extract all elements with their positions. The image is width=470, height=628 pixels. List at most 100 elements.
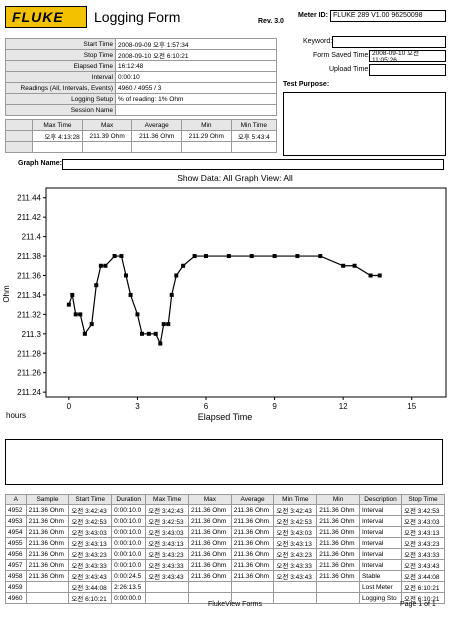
- table-cell: [145, 581, 190, 593]
- data-point: [249, 254, 254, 259]
- table-cell: 오전 3:43:33: [401, 548, 445, 560]
- table-cell: 4954: [5, 526, 27, 538]
- data-point: [341, 263, 346, 268]
- column-header: Min: [316, 494, 360, 505]
- summary-row-marker: [5, 130, 33, 142]
- summary-min: 211.29 Ohm: [181, 130, 232, 142]
- data-point: [226, 254, 231, 259]
- table-cell: 211.36 Ohm: [230, 559, 275, 571]
- data-point: [158, 341, 163, 346]
- y-tick-label: 211.24: [17, 388, 41, 397]
- table-cell: [316, 581, 360, 593]
- table-cell: 211.36 Ohm: [188, 537, 232, 549]
- form-saved-field[interactable]: 2008-09-10 오전 11:05:26: [369, 50, 446, 62]
- summary-cell: [131, 141, 183, 153]
- table-cell: 오전 3:43:43: [145, 570, 190, 582]
- data-point: [140, 331, 144, 336]
- x-tick-label: 15: [407, 402, 416, 411]
- data-point: [94, 283, 99, 288]
- summary-cell: [181, 141, 232, 153]
- table-cell: Interval: [358, 504, 403, 516]
- data-point: [82, 331, 87, 336]
- upload-label: Upload Time:: [329, 66, 371, 73]
- data-point: [192, 254, 197, 259]
- column-header: Min Time: [273, 494, 318, 505]
- data-point: [112, 254, 117, 259]
- y-tick-label: 211.32: [17, 310, 41, 319]
- x-tick-label: 6: [204, 402, 209, 411]
- table-cell: 오전 3:43:33: [145, 559, 190, 571]
- table-cell: 오전 3:43:13: [145, 537, 190, 549]
- form-title: Logging Form: [94, 9, 181, 25]
- y-tick-label: 211.3: [22, 330, 42, 339]
- summary-average: 211.36 Ohm: [131, 130, 183, 142]
- table-cell: 211.36 Ohm: [230, 537, 275, 549]
- column-header: A: [5, 494, 27, 505]
- brand-text: FLUKE: [12, 9, 64, 25]
- data-point: [272, 254, 277, 259]
- data-point: [89, 322, 94, 327]
- table-cell: Interval: [358, 559, 403, 571]
- table-cell: 211.36 Ohm: [25, 537, 70, 549]
- table-cell: 오전 3:44:08: [68, 581, 113, 593]
- test-purpose-label: Test Purpose:: [283, 81, 330, 88]
- y-axis-label: Ohm: [2, 285, 11, 303]
- summary-table: Max Time Max Average Min Min Time 오후 4:1…: [5, 119, 278, 153]
- meter-id-field[interactable]: FLUKE 289 V1.00 96250098: [330, 10, 446, 22]
- summary-empty-row: [5, 141, 278, 153]
- data-point: [204, 254, 208, 259]
- data-point: [161, 322, 166, 327]
- table-cell: 오전 3:42:53: [145, 515, 190, 527]
- info-row: Start Time 2008-09-09 오후 1:57:34: [5, 38, 277, 50]
- test-purpose-field[interactable]: [283, 92, 446, 156]
- table-cell: 오전 3:43:03: [68, 526, 113, 538]
- table-cell: 211.36 Ohm: [188, 526, 232, 538]
- info-label: Elapsed Time: [5, 60, 116, 72]
- info-value: 0:00:10: [115, 71, 277, 83]
- graph-name-label: Graph Name:: [18, 160, 62, 167]
- table-cell: 211.36 Ohm: [316, 570, 360, 582]
- data-point: [135, 312, 140, 317]
- table-cell: 211.36 Ohm: [316, 559, 360, 571]
- data-point: [377, 273, 382, 278]
- column-header: Description: [358, 494, 403, 505]
- table-row: 4954 211.36 Ohm 오전 3:43:03 0:00:10.0 오전 3:43…: [5, 526, 445, 538]
- table-cell: 오전 3:43:23: [68, 548, 113, 560]
- table-cell: 211.36 Ohm: [188, 559, 232, 571]
- table-cell: 0:00:10.0: [111, 526, 147, 538]
- column-header: Sample: [25, 494, 70, 505]
- summary-header: Max Time: [32, 119, 83, 131]
- summary-cell: [230, 141, 278, 153]
- summary-header: Max: [81, 119, 133, 131]
- info-row: Interval 0:00:10: [5, 71, 277, 83]
- y-tick-label: 211.38: [17, 252, 41, 261]
- info-row: Session Name: [5, 104, 277, 116]
- table-cell: [230, 581, 275, 593]
- readings-header-row: A Sample Start Time Duration Max Time Max Aver…: [5, 494, 445, 505]
- keyword-field[interactable]: [332, 36, 446, 48]
- resistance-chart: 211.24 211.26 211.28 211.3 211.32 211.34 211.3…: [2, 187, 447, 422]
- upload-field[interactable]: [369, 64, 446, 76]
- table-cell: 오전 3:43:03: [273, 526, 318, 538]
- info-label: Session Name: [5, 104, 116, 116]
- summary-max: 211.39 Ohm: [81, 130, 133, 142]
- graph-name-field[interactable]: [62, 159, 444, 170]
- summary-header-row: Max Time Max Average Min Min Time: [5, 119, 278, 131]
- data-point: [66, 302, 71, 307]
- table-cell: Interval: [358, 515, 403, 527]
- table-cell: Lost Meter: [358, 581, 403, 593]
- table-row: 4952 211.36 Ohm 오전 3:42:43 0:00:10.0 오전 3:42…: [5, 504, 445, 516]
- notes-field[interactable]: [5, 439, 443, 485]
- data-point: [73, 312, 78, 317]
- summary-header: Min Time: [230, 119, 278, 131]
- table-cell: 211.36 Ohm: [25, 526, 70, 538]
- table-cell: 211.36 Ohm: [25, 515, 70, 527]
- summary-header: Average: [131, 119, 183, 131]
- x-axis-label: Elapsed Time: [198, 412, 253, 422]
- summary-header: Min: [181, 119, 232, 131]
- summary-corner: [5, 119, 33, 131]
- info-row: Logging Setup% of reading: 1% Ohm: [5, 93, 277, 105]
- table-cell: 211.36 Ohm: [188, 504, 232, 516]
- table-cell: 오전 3:43:03: [401, 515, 445, 527]
- table-cell: 4959: [5, 581, 27, 593]
